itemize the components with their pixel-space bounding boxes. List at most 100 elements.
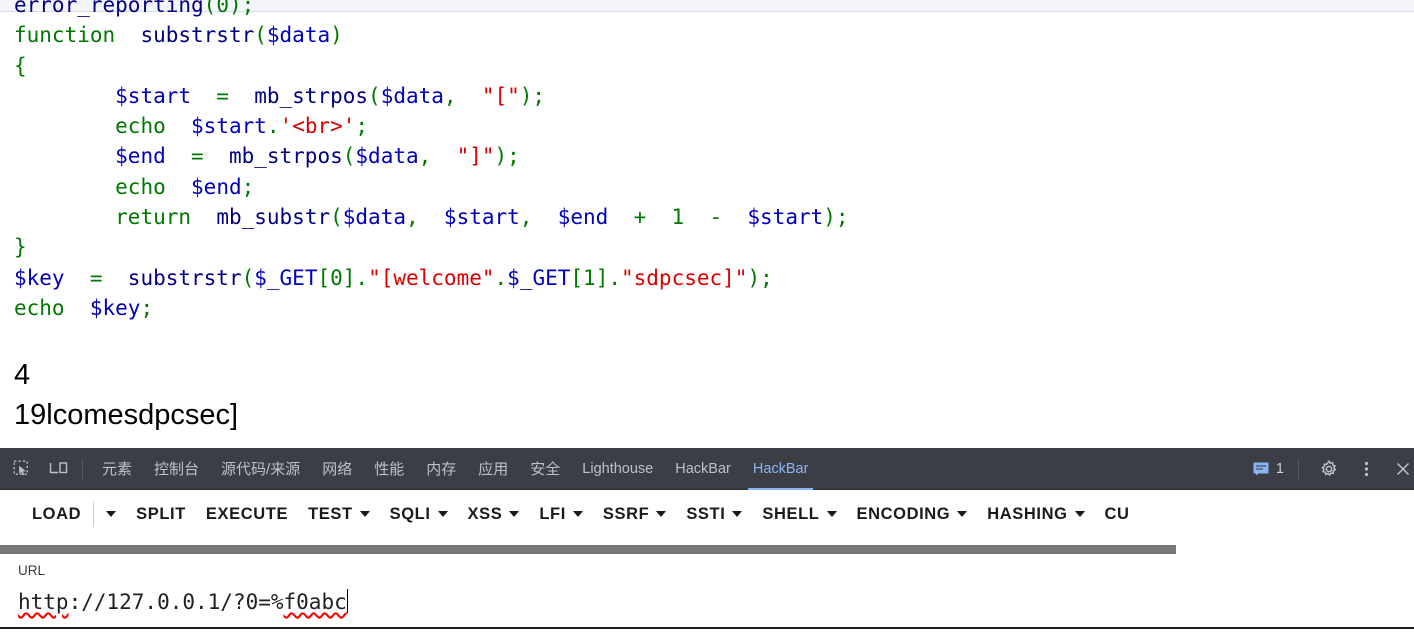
toolbar-divider bbox=[82, 458, 83, 479]
code-token: ); bbox=[747, 265, 773, 290]
hackbar-button-label: LFI bbox=[539, 504, 566, 523]
code-token: [ bbox=[570, 265, 584, 290]
code-token: $end bbox=[557, 205, 609, 230]
message-count-badge[interactable]: 1 bbox=[1247, 461, 1290, 477]
php-source-output: error_reporting(0); function substrstr($d… bbox=[14, 0, 849, 323]
code-line: $key = substrstr($_GET[0]."[welcome".$_G… bbox=[14, 263, 849, 293]
hackbar-button-label: SHELL bbox=[762, 504, 820, 523]
chevron-down-icon bbox=[106, 511, 117, 517]
code-token: mb_strpos bbox=[228, 144, 343, 169]
code-token: echo bbox=[115, 114, 166, 139]
url-input[interactable]: http://127.0.0.1/?0=%f0abc bbox=[18, 585, 1398, 619]
url-label: URL bbox=[18, 563, 46, 578]
chevron-down-icon bbox=[359, 511, 370, 517]
hackbar-button-label: SSRF bbox=[602, 504, 650, 523]
code-token: echo bbox=[115, 174, 166, 199]
code-token: , bbox=[519, 205, 558, 230]
devtools-tab-4[interactable]: 性能 bbox=[363, 448, 415, 490]
code-token: mb_strpos bbox=[254, 83, 369, 108]
code-token: substrstr bbox=[127, 265, 242, 290]
devtools-tabbar: 元素 控制台 源代码/来源 网络 性能 内存 应用 安全 Lighthouse HackBar Ha… bbox=[0, 448, 1414, 490]
hackbar-button-split[interactable]: SPLIT bbox=[126, 499, 196, 530]
code-token: substrstr bbox=[127, 23, 255, 48]
code-token: $end bbox=[191, 174, 242, 199]
kebab-menu-icon[interactable] bbox=[1351, 456, 1381, 482]
scrollbar-thumb[interactable] bbox=[0, 545, 1176, 554]
code-token: ( bbox=[203, 0, 217, 17]
hackbar-button-label: HASHING bbox=[987, 504, 1068, 523]
right-divider bbox=[1298, 458, 1299, 479]
code-line: $end = mb_strpos($data, "]"); bbox=[14, 141, 849, 171]
hackbar-button-lfi[interactable]: LFI bbox=[529, 499, 593, 530]
hackbar-button-ssti[interactable]: SSTI bbox=[676, 499, 752, 530]
gear-icon[interactable] bbox=[1314, 456, 1344, 482]
code-line: error_reporting(0); bbox=[14, 0, 849, 20]
hackbar-button-execute[interactable]: EXECUTE bbox=[196, 499, 298, 530]
hackbar-button-ssrf[interactable]: SSRF bbox=[593, 499, 676, 530]
devtools-tab-5[interactable]: 内存 bbox=[415, 448, 467, 490]
devtools-tab-7[interactable]: 安全 bbox=[519, 448, 571, 490]
code-token: } bbox=[14, 235, 27, 260]
code-token: ( bbox=[342, 144, 356, 169]
code-token: ); bbox=[494, 144, 520, 169]
hackbar-button-shell[interactable]: SHELL bbox=[752, 499, 846, 530]
devtools-tab-3[interactable]: 网络 bbox=[311, 448, 363, 490]
code-token: ); bbox=[519, 83, 546, 108]
hackbar-button-hashing[interactable]: HASHING bbox=[977, 499, 1094, 530]
code-token: ]. bbox=[342, 265, 369, 290]
code-token: $data bbox=[355, 144, 419, 169]
devtools-tab-10[interactable]: HackBar bbox=[742, 448, 820, 490]
code-token: "[" bbox=[481, 83, 520, 108]
code-token: $start bbox=[747, 205, 824, 230]
output-line: 19lcomesdpcsec] bbox=[14, 399, 239, 431]
hackbar-button-test[interactable]: TEST bbox=[298, 499, 380, 530]
code-line: echo $key; bbox=[14, 293, 849, 323]
hackbar-button-load-dropdown[interactable] bbox=[96, 505, 126, 523]
screen: error_reporting(0); function substrstr($d… bbox=[0, 0, 1414, 632]
code-token: 1 bbox=[583, 265, 596, 290]
code-token: '<br>' bbox=[279, 114, 356, 139]
chevron-down-icon bbox=[509, 511, 520, 517]
code-token: - bbox=[684, 205, 748, 230]
code-token: = bbox=[64, 265, 128, 290]
inspect-element-icon[interactable] bbox=[7, 456, 37, 482]
hackbar-button-cu[interactable]: CU bbox=[1095, 499, 1140, 530]
url-misspelled-segment: http bbox=[18, 590, 69, 614]
devtools-tab-0[interactable]: 元素 bbox=[91, 448, 143, 490]
code-token: $key bbox=[14, 265, 65, 290]
code-token: ) bbox=[228, 0, 242, 17]
code-token: $key bbox=[89, 295, 141, 320]
devtools-tab-9[interactable]: HackBar bbox=[664, 448, 742, 490]
code-token: return bbox=[115, 205, 192, 230]
hackbar-button-sqli[interactable]: SQLI bbox=[380, 499, 458, 530]
message-icon bbox=[1253, 462, 1269, 475]
script-output: 4 19lcomesdpcsec] bbox=[14, 355, 238, 435]
devtools-right-controls: 1 bbox=[1247, 448, 1414, 490]
hackbar-button-encoding[interactable]: ENCODING bbox=[847, 499, 978, 530]
chevron-down-icon bbox=[656, 511, 667, 517]
code-token: mb_substr bbox=[216, 205, 331, 230]
hackbar-button-label: EXECUTE bbox=[205, 504, 289, 523]
close-icon[interactable] bbox=[1388, 456, 1414, 482]
code-token: ]. bbox=[595, 265, 621, 290]
url-input-underline bbox=[0, 627, 1414, 629]
hackbar-button-load[interactable]: LOAD bbox=[22, 499, 91, 530]
code-line: echo $end; bbox=[14, 172, 849, 202]
hackbar-button-xss[interactable]: XSS bbox=[458, 499, 530, 530]
device-toolbar-icon[interactable] bbox=[44, 456, 74, 482]
devtools-tab-1[interactable]: 控制台 bbox=[143, 448, 210, 490]
code-token: ; bbox=[241, 174, 255, 199]
devtools-tab-8[interactable]: Lighthouse bbox=[571, 448, 664, 490]
devtools-tab-2[interactable]: 源代码/来源 bbox=[210, 448, 311, 490]
devtools-tab-6[interactable]: 应用 bbox=[467, 448, 519, 490]
chevron-down-icon bbox=[1074, 511, 1085, 517]
hackbar-button-label: TEST bbox=[308, 504, 353, 523]
hackbar-horizontal-scrollbar[interactable] bbox=[0, 545, 1414, 554]
browser-viewport: error_reporting(0); function substrstr($d… bbox=[0, 0, 1414, 448]
